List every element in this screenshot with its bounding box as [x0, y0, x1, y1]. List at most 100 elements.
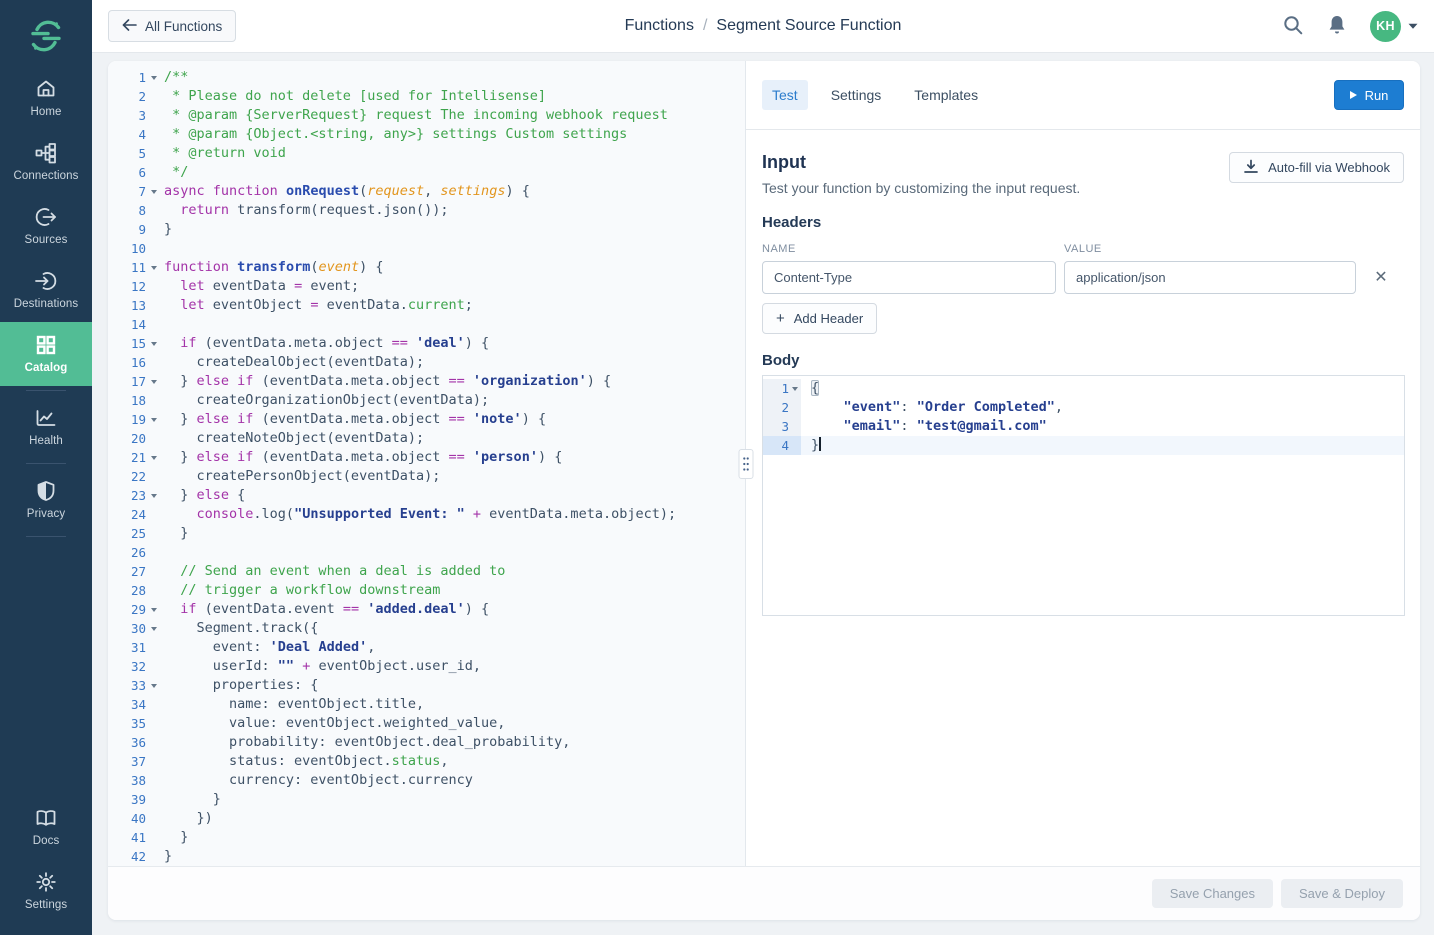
code-line: 16 createDealObject(eventData); — [108, 353, 745, 372]
code-line: 2 * Please do not delete [used for Intel… — [108, 87, 745, 106]
line-number: 39 — [108, 792, 146, 807]
function-editor-card: 1/**2 * Please do not delete [used for I… — [108, 61, 1420, 920]
search-button[interactable] — [1282, 14, 1304, 39]
sidebar-item-connections[interactable]: Connections — [0, 130, 92, 194]
bell-icon — [1327, 14, 1347, 39]
remove-header-button[interactable]: ✕ — [1370, 267, 1392, 289]
sidebar-item-catalog[interactable]: Catalog — [0, 322, 92, 386]
code-line: 42} — [108, 847, 745, 866]
fold-caret-icon — [151, 266, 157, 270]
fold-toggle[interactable] — [146, 418, 162, 422]
sidebar-item-destinations[interactable]: Destinations — [0, 258, 92, 322]
fold-toggle[interactable] — [146, 190, 162, 194]
line-number: 3 — [763, 417, 789, 436]
add-header-button[interactable]: + Add Header — [762, 303, 877, 334]
run-label: Run — [1365, 88, 1389, 103]
close-icon: ✕ — [1374, 269, 1387, 286]
header-rows: ✕ — [762, 261, 1404, 294]
save-changes-button[interactable]: Save Changes — [1152, 879, 1273, 908]
line-number: 22 — [108, 469, 146, 484]
fold-toggle — [789, 398, 801, 417]
headers-title: Headers — [762, 214, 1404, 231]
privacy-icon — [36, 479, 56, 503]
fold-toggle[interactable] — [146, 342, 162, 346]
code-line: 4 * @param {Object.<string, any>} settin… — [108, 125, 745, 144]
segment-logo-icon[interactable] — [0, 0, 92, 66]
settings-icon — [35, 870, 57, 894]
fold-toggle[interactable] — [146, 266, 162, 270]
sidebar-item-sources[interactable]: Sources — [0, 194, 92, 258]
line-number: 37 — [108, 754, 146, 769]
sidebar-divider — [26, 463, 66, 464]
sidebar-item-health[interactable]: Health — [0, 395, 92, 459]
code-line: 32 userId: "" + eventObject.user_id, — [108, 657, 745, 676]
tab-templates[interactable]: Templates — [904, 80, 988, 110]
fold-toggle[interactable] — [146, 456, 162, 460]
line-number: 20 — [108, 431, 146, 446]
code-line: 41 } — [108, 828, 745, 847]
breadcrumb-current: Segment Source Function — [716, 17, 901, 34]
code-line: 25 } — [108, 524, 745, 543]
code-line: 18 createOrganizationObject(eventData); — [108, 391, 745, 410]
sidebar-divider — [26, 536, 66, 537]
sidebar-item-privacy[interactable]: Privacy — [0, 468, 92, 532]
source-code-editor[interactable]: 1/**2 * Please do not delete [used for I… — [108, 61, 745, 866]
fold-toggle[interactable] — [146, 608, 162, 612]
code-line: 36 probability: eventObject.deal_probabi… — [108, 733, 745, 752]
request-body-editor[interactable]: 1{2 "event": "Order Completed",3 "email"… — [762, 375, 1405, 616]
fold-toggle — [789, 417, 801, 436]
fold-toggle[interactable] — [789, 379, 801, 398]
code-line: 14 — [108, 315, 745, 334]
panel-divider — [745, 61, 746, 866]
code-line: 30 Segment.track({ — [108, 619, 745, 638]
code-line: 23 } else { — [108, 486, 745, 505]
tab-settings[interactable]: Settings — [821, 80, 892, 110]
resize-drag-handle[interactable] — [738, 449, 753, 479]
line-number: 33 — [108, 678, 146, 693]
fold-toggle[interactable] — [146, 494, 162, 498]
fold-toggle — [789, 436, 801, 455]
sidebar-spacer — [0, 541, 92, 795]
code-line: 39 } — [108, 790, 745, 809]
line-number: 5 — [108, 146, 146, 161]
notifications-button[interactable] — [1327, 14, 1347, 39]
destinations-icon — [34, 269, 58, 293]
fold-toggle[interactable] — [146, 380, 162, 384]
card-footer: Save Changes Save & Deploy — [108, 866, 1420, 920]
fold-toggle[interactable] — [146, 76, 162, 80]
sidebar-item-docs[interactable]: Docs — [0, 795, 92, 859]
run-button[interactable]: Run — [1334, 80, 1404, 110]
sources-icon — [34, 205, 58, 229]
tab-test[interactable]: Test — [762, 80, 808, 110]
all-functions-label: All Functions — [145, 19, 222, 34]
autofill-webhook-button[interactable]: Auto-fill via Webhook — [1229, 152, 1404, 183]
account-menu[interactable]: KH — [1370, 11, 1418, 42]
line-number: 2 — [108, 89, 146, 104]
input-title: Input — [762, 152, 1080, 173]
sidebar-item-home[interactable]: Home — [0, 66, 92, 130]
line-number: 42 — [108, 849, 146, 864]
breadcrumb-separator: / — [694, 17, 716, 34]
input-subtitle: Test your function by customizing the in… — [762, 180, 1080, 196]
all-functions-button[interactable]: All Functions — [108, 10, 236, 42]
code-line: 6 */ — [108, 163, 745, 182]
fold-toggle[interactable] — [146, 627, 162, 631]
avatar[interactable]: KH — [1370, 11, 1401, 42]
header-name-input[interactable] — [762, 261, 1056, 294]
fold-caret-icon — [151, 418, 157, 422]
line-number: 1 — [108, 70, 146, 85]
line-number: 26 — [108, 545, 146, 560]
breadcrumb: Functions/Segment Source Function — [92, 17, 1434, 35]
line-number: 10 — [108, 241, 146, 256]
header-value-input[interactable] — [1064, 261, 1356, 294]
fold-toggle[interactable] — [146, 684, 162, 688]
code-line: 3 "email": "test@gmail.com" — [763, 417, 1404, 436]
breadcrumb-parent[interactable]: Functions — [625, 17, 694, 34]
code-line: 28 // trigger a workflow downstream — [108, 581, 745, 600]
sidebar-divider — [26, 390, 66, 391]
save-deploy-button[interactable]: Save & Deploy — [1281, 879, 1403, 908]
line-number: 23 — [108, 488, 146, 503]
code-line: 24 console.log("Unsupported Event: " + e… — [108, 505, 745, 524]
fold-caret-icon — [151, 76, 157, 80]
sidebar-item-settings[interactable]: Settings — [0, 859, 92, 923]
